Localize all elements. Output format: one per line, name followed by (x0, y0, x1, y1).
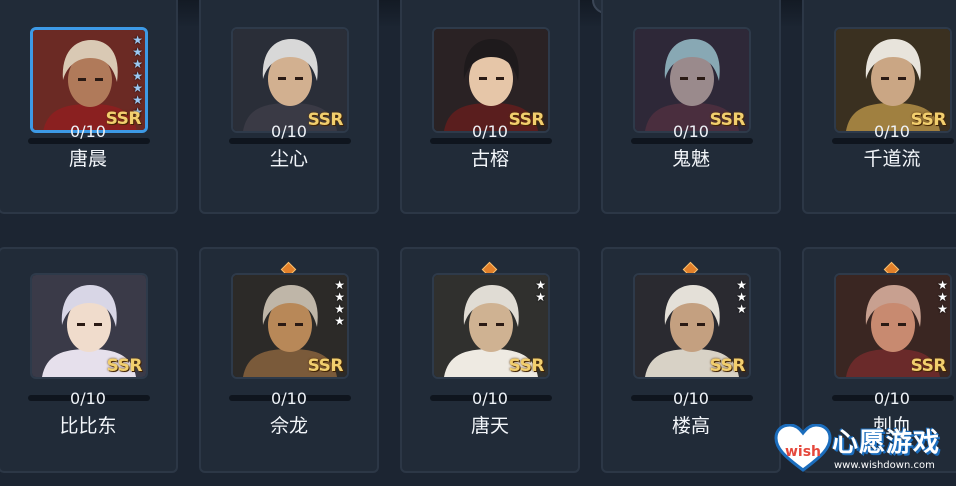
rarity-badge: SSR (106, 356, 143, 376)
fragment-count: 0/10 (673, 389, 709, 408)
fragment-count: 0/10 (472, 389, 508, 408)
star-rating: ★ ★ ★ ★ ★ ★ ★ (132, 34, 143, 118)
star-rating: ★ ★ ★ (937, 279, 948, 315)
fragment-count: 0/10 (70, 122, 106, 141)
rarity-badge: SSR (709, 356, 746, 376)
rarity-badge: SSR (307, 356, 344, 376)
character-card[interactable]: ★ ★ ★ SSR 0/10 楼高 (601, 247, 781, 473)
character-card[interactable]: ★ ★ ★ ★ ★ ★ ★ SSR 0/10 唐晨 (0, 0, 178, 214)
portrait-frame[interactable]: SSR (30, 273, 148, 379)
portrait-frame[interactable]: ★ ★ ★ ★ SSR (231, 273, 349, 379)
portrait-frame[interactable]: SSR (231, 27, 349, 133)
portrait-frame[interactable]: ★ ★ SSR (432, 273, 550, 379)
watermark-text: 心愿游戏 (832, 428, 941, 458)
star-icon: ★ (334, 314, 345, 328)
wish-heart-logo-icon: wish (774, 424, 832, 472)
star-rating: ★ ★ (535, 279, 546, 303)
star-icon: ★ (736, 302, 747, 316)
star-rating: ★ ★ ★ (736, 279, 747, 315)
portrait-frame[interactable]: ★ ★ ★ ★ ★ ★ ★ SSR (30, 27, 148, 133)
star-icon: ★ (937, 302, 948, 316)
rarity-badge: SSR (910, 356, 947, 376)
fragment-count: 0/10 (271, 389, 307, 408)
character-name: 楼高 (671, 415, 710, 437)
character-card[interactable]: SSR 0/10 比比东 (0, 247, 178, 473)
portrait-frame[interactable]: SSR (633, 27, 751, 133)
fragment-count: 0/10 (874, 389, 910, 408)
portrait-frame[interactable]: ★ ★ ★ SSR (834, 273, 952, 379)
wish-logo-text: wish (785, 444, 821, 460)
fragment-count: 0/10 (472, 122, 508, 141)
fragment-count: 0/10 (70, 389, 106, 408)
character-name: 古榕 (470, 148, 509, 170)
rarity-badge: SSR (508, 356, 545, 376)
character-card[interactable]: SSR 0/10 千道流 (802, 0, 956, 214)
character-name: 千道流 (863, 148, 921, 170)
star-rating: ★ ★ ★ ★ (334, 279, 345, 327)
watermark: wish 心愿游戏 www.wishdown.com (770, 420, 956, 486)
watermark-url: www.wishdown.com (834, 460, 935, 471)
character-name: 佘龙 (269, 415, 308, 437)
character-name: 鬼魅 (671, 148, 710, 170)
portrait-frame[interactable]: ★ ★ ★ SSR (633, 273, 751, 379)
character-name: 唐天 (470, 415, 509, 437)
character-card[interactable]: ★ ★ SSR 0/10 唐天 (400, 247, 580, 473)
character-card[interactable]: ★ ★ ★ ★ SSR 0/10 佘龙 (199, 247, 379, 473)
character-name: 比比东 (59, 415, 117, 437)
character-card[interactable]: SSR 0/10 尘心 (199, 0, 379, 214)
character-card[interactable]: SSR 0/10 鬼魅 (601, 0, 781, 214)
star-icon: ★ (535, 290, 546, 304)
character-card[interactable]: SSR 0/10 古榕 (400, 0, 580, 214)
fragment-count: 0/10 (874, 122, 910, 141)
fragment-count: 0/10 (271, 122, 307, 141)
portrait-frame[interactable]: SSR (834, 27, 952, 133)
fragment-count: 0/10 (673, 122, 709, 141)
character-name: 尘心 (269, 148, 308, 170)
character-name: 唐晨 (68, 148, 107, 170)
portrait-frame[interactable]: SSR (432, 27, 550, 133)
